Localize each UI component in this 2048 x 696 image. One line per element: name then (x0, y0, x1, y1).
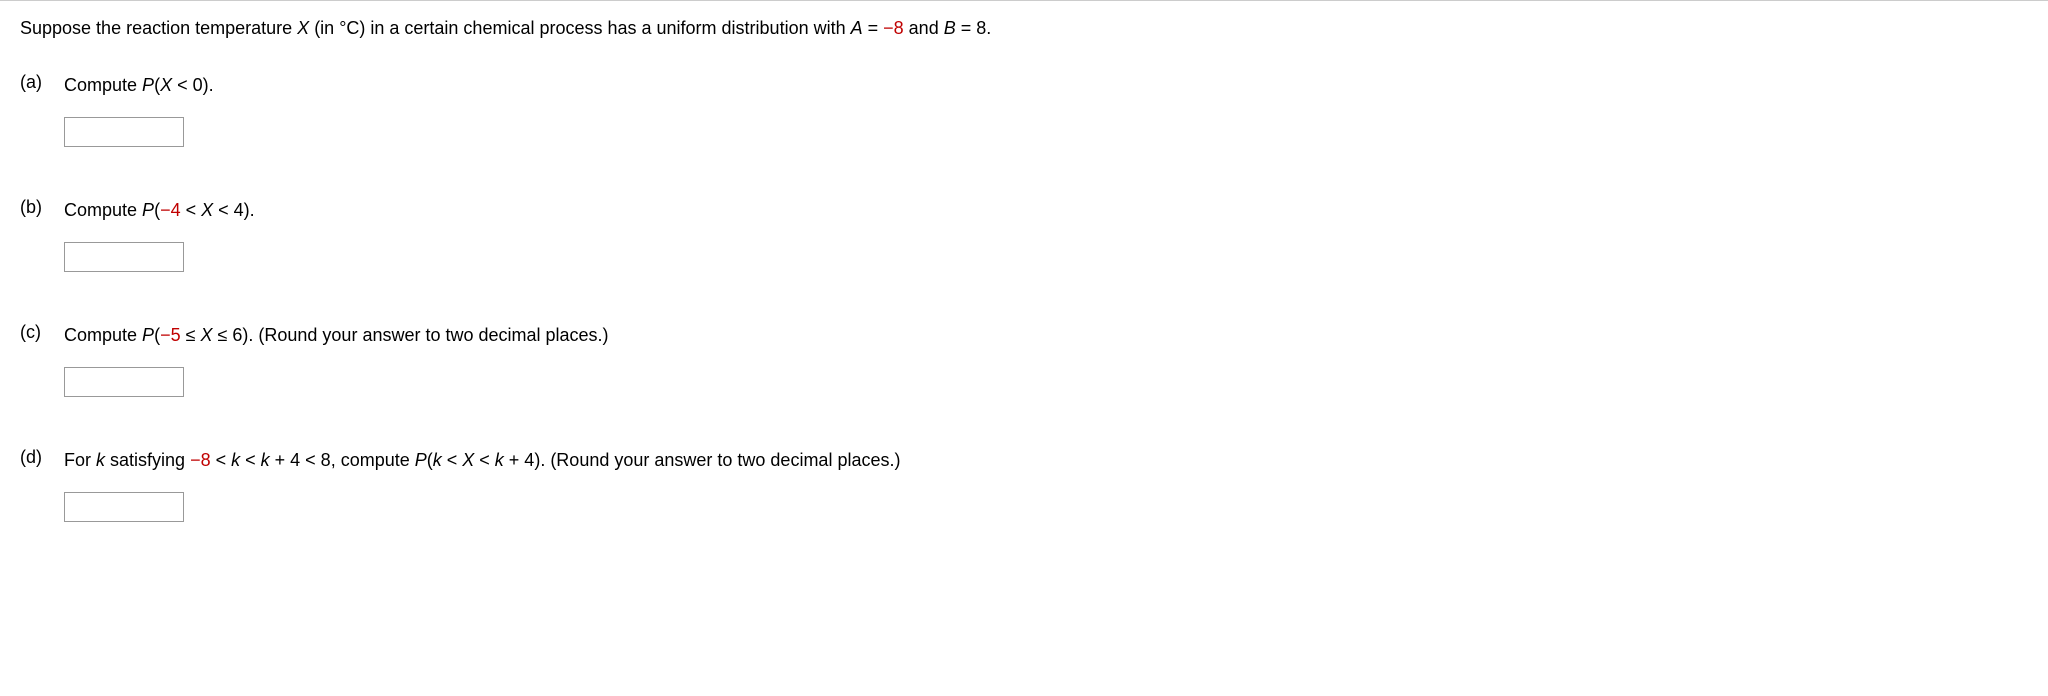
part-c-label: (c) (20, 322, 64, 343)
intro-text: Suppose the reaction temperature (20, 18, 297, 38)
part-d: (d) For k satisfying −8 < k < k + 4 < 8,… (0, 437, 2048, 562)
var-x: X (297, 18, 309, 38)
var-a: A (851, 18, 863, 38)
part-b: (b) Compute P(−4 < X < 4). (0, 187, 2048, 312)
part-d-question: For k satisfying −8 < k < k + 4 < 8, com… (64, 447, 2028, 474)
part-c: (c) Compute P(−5 ≤ X ≤ 6). (Round your a… (0, 312, 2048, 437)
neg-value: −8 (883, 18, 904, 38)
part-b-question: Compute P(−4 < X < 4). (64, 197, 2028, 224)
part-a: (a) Compute P(X < 0). (0, 62, 2048, 187)
part-c-input[interactable] (64, 367, 184, 397)
part-d-label: (d) (20, 447, 64, 468)
part-a-input[interactable] (64, 117, 184, 147)
problem-intro: Suppose the reaction temperature X (in °… (0, 1, 2048, 62)
part-b-input[interactable] (64, 242, 184, 272)
part-d-input[interactable] (64, 492, 184, 522)
part-c-question: Compute P(−5 ≤ X ≤ 6). (Round your answe… (64, 322, 2028, 349)
var-b: B (944, 18, 956, 38)
part-b-label: (b) (20, 197, 64, 218)
part-a-label: (a) (20, 72, 64, 93)
part-a-question: Compute P(X < 0). (64, 72, 2028, 99)
